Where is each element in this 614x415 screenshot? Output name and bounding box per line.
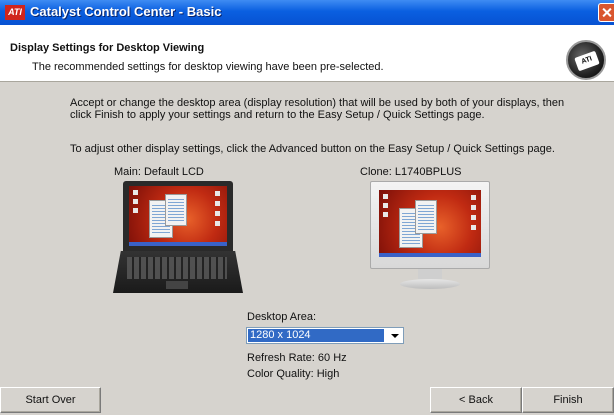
finish-button[interactable]: Finish: [522, 387, 614, 413]
laptop-icon: [113, 181, 243, 293]
refresh-rate-text: Refresh Rate: 60 Hz: [247, 352, 347, 364]
page-subtitle: The recommended settings for desktop vie…: [32, 61, 384, 73]
instruction-line-2: click Finish to apply your settings and …: [70, 109, 485, 121]
clone-display-label: Clone: L1740BPLUS: [360, 166, 462, 178]
chevron-down-icon[interactable]: [387, 329, 402, 342]
desktop-area-select[interactable]: 1280 x 1024: [246, 327, 404, 344]
page-title: Display Settings for Desktop Viewing: [10, 42, 205, 54]
ati-badge-text: ATI: [580, 55, 594, 66]
color-quality-text: Color Quality: High: [247, 368, 340, 380]
monitor-icon: [370, 181, 490, 293]
wizard-header: Display Settings for Desktop Viewing The…: [0, 25, 614, 82]
window-title: Catalyst Control Center - Basic: [30, 4, 222, 19]
ati-logo-icon: ATI: [5, 5, 25, 20]
close-button[interactable]: [598, 3, 614, 22]
instruction-line-1: Accept or change the desktop area (displ…: [70, 97, 565, 109]
title-bar[interactable]: ATI Catalyst Control Center - Basic: [0, 0, 614, 25]
ccc-window: ATI Catalyst Control Center - Basic Disp…: [0, 0, 614, 415]
back-button[interactable]: < Back: [430, 387, 522, 413]
ati-badge-icon: ATI: [566, 40, 606, 80]
main-display-label: Main: Default LCD: [114, 166, 204, 178]
laptop-desktop-preview: [129, 186, 227, 246]
start-over-button[interactable]: Start Over: [0, 387, 101, 413]
monitor-desktop-preview: [379, 190, 481, 257]
desktop-area-value[interactable]: 1280 x 1024: [248, 329, 384, 342]
desktop-area-label: Desktop Area:: [247, 311, 317, 323]
advanced-hint: To adjust other display settings, click …: [70, 143, 555, 155]
